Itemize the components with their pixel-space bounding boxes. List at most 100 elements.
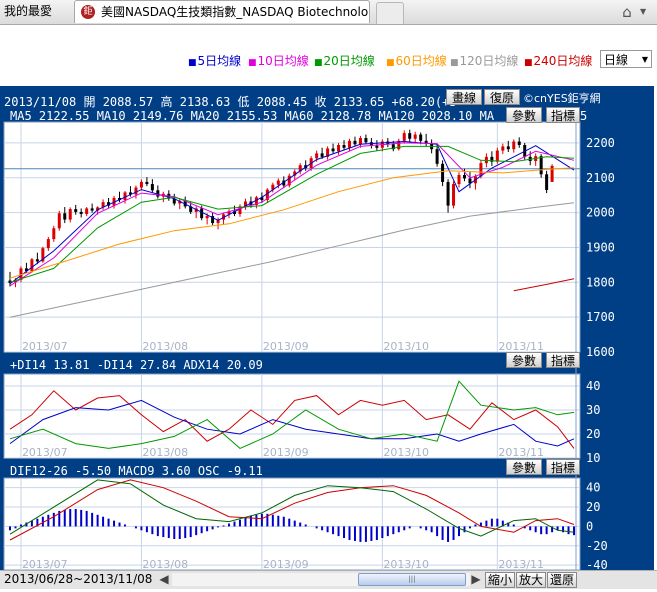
zoom-out-button[interactable]: 放大 (516, 572, 546, 588)
ma-readout-tail: 5 (580, 109, 588, 123)
legend-label: 240日均線 (533, 54, 593, 68)
tab-nasdaq-biotech[interactable]: 鉅 美國NASDAQ生技類指數_NASDAQ Biotechnology ... (74, 0, 370, 23)
x-tick-label: 2013/07 (22, 340, 68, 353)
legend-swatch-icon: ■ (386, 58, 395, 68)
x-tick-label: 2013/09 (263, 446, 309, 459)
chart-canvas: 1600 1700 1800 1900 2000 2100 2200 2013/07 2013/… (3, 121, 615, 570)
scroll-thumb[interactable]: ||| (358, 573, 466, 586)
candle-body (320, 153, 324, 157)
candle-body (364, 138, 368, 143)
legend-swatch-icon: ■ (248, 58, 257, 68)
candle-body (550, 165, 554, 182)
candle-body (331, 148, 335, 152)
price-indicator-button[interactable]: 指標 (546, 107, 580, 123)
legend-swatch-icon: ■ (188, 58, 197, 68)
candle-body (57, 213, 61, 229)
dmi-param-button[interactable]: 參數 (506, 352, 542, 368)
price-param-button[interactable]: 參數 (506, 107, 542, 123)
scroll-right-arrow-icon[interactable]: ▶ (470, 572, 482, 587)
candle-body (79, 211, 83, 214)
candle-body (276, 180, 280, 185)
dmi-indicator-button[interactable]: 指標 (546, 352, 580, 368)
candle-body (446, 181, 450, 206)
x-tick-label: 2013/11 (498, 446, 544, 459)
x-tick-label: 2013/08 (142, 340, 188, 353)
candle-body (402, 133, 406, 141)
candle-body (134, 187, 138, 195)
candle-body (74, 209, 78, 212)
copyright-label: ©cnYES鉅亨網 (523, 92, 601, 105)
x-tick-label: 2013/10 (383, 446, 429, 459)
home-icon[interactable]: ⌂ (616, 1, 638, 23)
legend-swatch-icon: ■ (524, 58, 533, 68)
date-range-label: 2013/06/28~2013/11/08 (4, 572, 153, 586)
candle-body (63, 213, 67, 220)
dmi-readout: +DI14 13.81 -DI14 27.84 ADX14 20.09 (10, 358, 263, 372)
candle-body (462, 174, 466, 179)
x-tick-label: 2013/11 (498, 558, 544, 570)
ohlc-readout: 2013/11/08 開 2088.57 高 2138.63 低 2088.45… (4, 95, 457, 109)
x-tick-label: 2013/09 (263, 558, 309, 570)
candle-body (506, 146, 510, 150)
candle-body (35, 259, 39, 262)
tab-favorites[interactable]: 我的最愛 (4, 0, 68, 23)
candle-body (347, 140, 351, 148)
candle-body (495, 150, 499, 162)
macd-param-button[interactable]: 參數 (506, 459, 542, 475)
legend-item[interactable]: ■10日均線 (248, 52, 309, 69)
y-tick-label: 10 (586, 451, 600, 465)
candle-body (545, 174, 549, 190)
y-tick-label: 1700 (586, 310, 615, 324)
candle-body (205, 216, 209, 219)
chevron-down-icon: ▼ (641, 55, 648, 64)
y-tick-label: 20 (586, 427, 600, 441)
new-tab-button[interactable] (376, 2, 404, 24)
candle-body (452, 184, 456, 206)
candle-body (435, 149, 439, 164)
legend-item[interactable]: ■60日均線 (386, 52, 447, 69)
candle-body (484, 156, 488, 164)
macd-readout: DIF12-26 -5.50 MACD9 3.60 OSC -9.11 (10, 464, 263, 478)
ma-legend: ■5日均線 ■10日均線 ■20日均線 ■60日均線 ■120日均線 ■240日均線 (0, 48, 657, 70)
legend-item[interactable]: ■20日均線 (314, 52, 375, 69)
reset-zoom-button[interactable]: 還原 (547, 572, 577, 588)
x-tick-label: 2013/08 (142, 446, 188, 459)
draw-line-button[interactable]: 畫線 (446, 89, 482, 105)
candle-body (419, 134, 423, 141)
candle-body (375, 145, 379, 148)
zoom-in-button[interactable]: 縮小 (485, 572, 515, 588)
y-tick-label: 1600 (586, 345, 615, 359)
candle-body (145, 181, 149, 185)
y-tick-label: 0 (586, 519, 593, 533)
candle-body (501, 146, 505, 151)
legend-item[interactable]: ■5日均線 (188, 52, 241, 69)
y-tick-label: -20 (586, 539, 608, 553)
macd-indicator-button[interactable]: 指標 (546, 459, 580, 475)
undo-button[interactable]: 復原 (484, 89, 520, 105)
candle-body (457, 174, 461, 185)
chevron-down-icon[interactable]: ▼ (640, 1, 652, 23)
legend-label: 120日均線 (459, 54, 519, 68)
candle-body (337, 145, 341, 152)
candle-body (85, 208, 89, 214)
x-tick-label: 2013/10 (383, 340, 429, 353)
x-tick-label: 2013/07 (22, 558, 68, 570)
candle-body (408, 133, 412, 139)
legend-label: 5日均線 (197, 54, 242, 68)
candle-body (441, 163, 445, 182)
legend-item[interactable]: ■240日均線 (524, 52, 592, 69)
scroll-left-arrow-icon[interactable]: ◀ (158, 572, 170, 587)
candle-body (200, 208, 204, 219)
period-select-value: 日線 (604, 53, 629, 67)
candle-body (353, 140, 357, 145)
candle-body (413, 134, 417, 139)
period-select[interactable]: 日線 ▼ (600, 50, 652, 68)
candle-body (68, 209, 72, 220)
candle-body (150, 184, 154, 191)
candle-body (539, 156, 543, 175)
x-tick-label: 2013/07 (22, 446, 68, 459)
y-tick-label: 1900 (586, 240, 615, 254)
plot-area (3, 477, 581, 570)
y-tick-label: 40 (586, 481, 600, 495)
legend-item[interactable]: ■120日均線 (450, 52, 518, 69)
